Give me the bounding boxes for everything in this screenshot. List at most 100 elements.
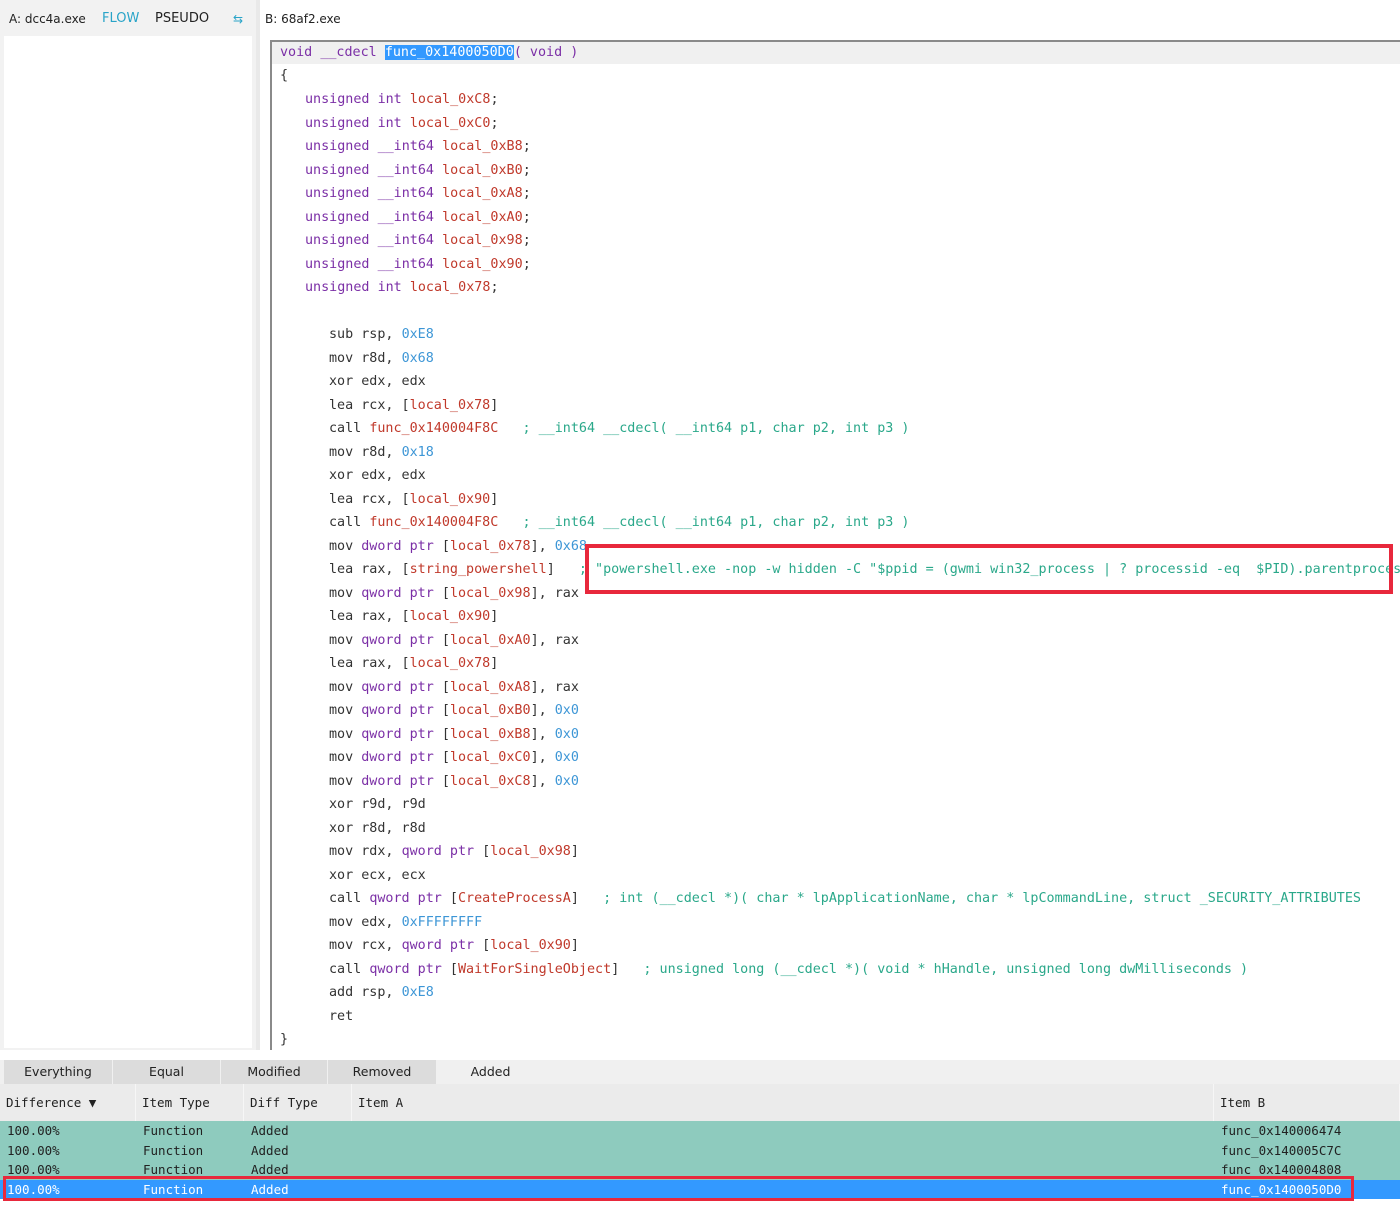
token-cmt: ; int (__cdecl *)( char * lpApplicationN… [578, 891, 1361, 906]
instruction-line[interactable]: mov qword ptr [local_0xB8], 0x0 [329, 725, 579, 745]
local-type: int [377, 280, 402, 295]
instruction-line[interactable]: mov dword ptr [local_0x78], 0x68 [329, 537, 587, 557]
return-type: void [280, 45, 313, 60]
token-kw: qword ptr [369, 961, 442, 977]
token-plain: ], [530, 703, 555, 718]
tab-flow[interactable]: FLOW [102, 11, 139, 26]
tab-modified[interactable]: Modified [221, 1060, 327, 1084]
tab-removed[interactable]: Removed [328, 1060, 436, 1084]
token-fn[interactable]: func_0x140004F8C [369, 421, 498, 436]
cell-diff-type: Added [251, 1123, 289, 1138]
instruction-line[interactable]: ret [329, 1007, 353, 1027]
token-loc[interactable]: local_0x90 [490, 938, 571, 953]
instruction-line[interactable]: xor edx, edx [329, 372, 426, 392]
tab-everything[interactable]: Everything [4, 1060, 112, 1084]
instruction-line[interactable]: lea rax, [string_powershell] ; "powershe… [329, 560, 1400, 580]
column-item-a[interactable]: Item A [352, 1084, 1214, 1121]
instruction-line[interactable]: mov qword ptr [local_0xB0], 0x0 [329, 701, 579, 721]
token-loc[interactable]: local_0x78 [450, 539, 531, 554]
local-kw: unsigned [305, 186, 370, 201]
column-diff-type[interactable]: Diff Type [244, 1084, 352, 1121]
token-loc[interactable]: local_0x98 [490, 844, 571, 859]
tab-added[interactable]: Added [437, 1060, 544, 1084]
instruction-line[interactable]: mov qword ptr [local_0xA8], rax [329, 678, 579, 698]
token-plain: ret [329, 1008, 354, 1024]
instruction-line[interactable]: call func_0x140004F8C ; __int64 __cdecl(… [329, 513, 909, 533]
local-name[interactable]: local_0xC8 [410, 92, 491, 107]
token-loc[interactable]: local_0xA0 [450, 633, 531, 648]
instruction-line[interactable]: lea rcx, [local_0x78] [329, 396, 498, 416]
token-loc[interactable]: WaitForSingleObject [458, 962, 611, 977]
token-cmt: ; unsigned long (__cdecl *)( void * hHan… [619, 961, 1249, 977]
instruction-line[interactable]: add rsp, 0xE8 [329, 983, 434, 1003]
token-loc[interactable]: local_0x78 [410, 398, 491, 413]
instruction-line[interactable]: sub rsp, 0xE8 [329, 325, 434, 345]
instruction-line[interactable]: mov qword ptr [local_0x98], rax [329, 584, 579, 604]
instruction-line[interactable]: mov qword ptr [local_0xA0], rax [329, 631, 579, 651]
instruction-line[interactable]: mov r8d, 0x68 [329, 349, 434, 369]
token-fn[interactable]: func_0x140004F8C [369, 515, 498, 530]
instruction-line[interactable]: xor edx, edx [329, 466, 426, 486]
instruction-line[interactable]: xor r9d, r9d [329, 795, 426, 815]
local-name[interactable]: local_0x90 [442, 257, 523, 272]
instruction-line[interactable]: mov dword ptr [local_0xC0], 0x0 [329, 748, 579, 768]
local-name[interactable]: local_0xC0 [410, 116, 491, 131]
instruction-line[interactable]: lea rcx, [local_0x90] [329, 490, 498, 510]
left-graph-area[interactable] [4, 36, 252, 1048]
token-num: 0x68 [554, 538, 587, 554]
tab-equal[interactable]: Equal [113, 1060, 220, 1084]
token-num: 0xFFFFFFFF [401, 914, 483, 930]
file-b-label: B: 68af2.exe [265, 12, 341, 26]
token-plain: [ [433, 773, 450, 789]
token-plain: ], [530, 773, 555, 789]
column-difference[interactable]: Difference ▼ [0, 1084, 136, 1121]
local-name[interactable]: local_0xB8 [442, 139, 523, 154]
table-row[interactable]: 100.00% Function Added func_0x140005C7C [0, 1140, 1400, 1160]
instruction-line[interactable]: mov edx, 0xFFFFFFFF [329, 913, 482, 933]
instruction-line[interactable]: lea rax, [local_0x90] [329, 607, 498, 627]
instruction-line[interactable]: lea rax, [local_0x78] [329, 654, 498, 674]
instruction-line[interactable]: xor r8d, r8d [329, 819, 426, 839]
token-plain: lea rax, [ [329, 656, 410, 671]
token-loc[interactable]: CreateProcessA [458, 891, 571, 906]
instruction-line[interactable]: call func_0x140004F8C ; __int64 __cdecl(… [329, 419, 909, 439]
column-item-type[interactable]: Item Type [136, 1084, 244, 1121]
instruction-line[interactable]: mov dword ptr [local_0xC8], 0x0 [329, 772, 579, 792]
cell-item-type: Function [143, 1162, 204, 1177]
token-loc[interactable]: local_0x90 [410, 492, 491, 507]
token-loc[interactable]: local_0xA8 [450, 680, 531, 695]
local-name[interactable]: local_0xA0 [442, 210, 523, 225]
local-name[interactable]: local_0xB0 [442, 163, 523, 178]
token-loc[interactable]: local_0x90 [410, 609, 491, 624]
instruction-line[interactable]: mov rcx, qword ptr [local_0x90] [329, 936, 579, 956]
local-kw: unsigned [305, 92, 370, 107]
swap-arrows-icon[interactable]: ⇆ [233, 12, 243, 26]
token-plain: mov [329, 585, 362, 601]
token-loc[interactable]: local_0x78 [410, 656, 491, 671]
instruction-line[interactable]: xor ecx, ecx [329, 866, 426, 886]
instruction-line[interactable]: call qword ptr [CreateProcessA] ; int (_… [329, 889, 1361, 909]
token-plain: mov [329, 679, 362, 695]
token-loc[interactable]: local_0xB0 [450, 703, 531, 718]
table-row[interactable]: 100.00% Function Added func_0x140004808 [0, 1160, 1400, 1180]
tab-pseudo[interactable]: PSEUDO [155, 11, 209, 26]
table-row[interactable]: 100.00% Function Added func_0x1400050D0 [0, 1179, 1400, 1199]
instruction-line[interactable]: mov r8d, 0x18 [329, 443, 434, 463]
token-loc[interactable]: local_0xB8 [450, 727, 531, 742]
token-loc[interactable]: local_0x98 [450, 586, 531, 601]
local-name[interactable]: local_0xA8 [442, 186, 523, 201]
local-type: __int64 [377, 139, 434, 154]
code-view[interactable]: void __cdecl func_0x1400050D0( void ) { … [270, 40, 1400, 1050]
instruction-line[interactable]: call qword ptr [WaitForSingleObject] ; u… [329, 960, 1248, 980]
token-loc[interactable]: string_powershell [410, 562, 547, 577]
local-name[interactable]: local_0x98 [442, 233, 523, 248]
instruction-line[interactable]: mov rdx, qword ptr [local_0x98] [329, 842, 579, 862]
token-plain: ] [490, 491, 499, 507]
table-row[interactable]: 100.00% Function Added func_0x140006474 [0, 1121, 1400, 1141]
selected-function-name[interactable]: func_0x1400050D0 [384, 45, 514, 60]
token-plain: [ [433, 703, 450, 718]
local-name[interactable]: local_0x78 [410, 280, 491, 295]
token-loc[interactable]: local_0xC8 [450, 774, 531, 789]
column-item-b[interactable]: Item B [1214, 1084, 1400, 1121]
token-loc[interactable]: local_0xC0 [450, 750, 531, 765]
